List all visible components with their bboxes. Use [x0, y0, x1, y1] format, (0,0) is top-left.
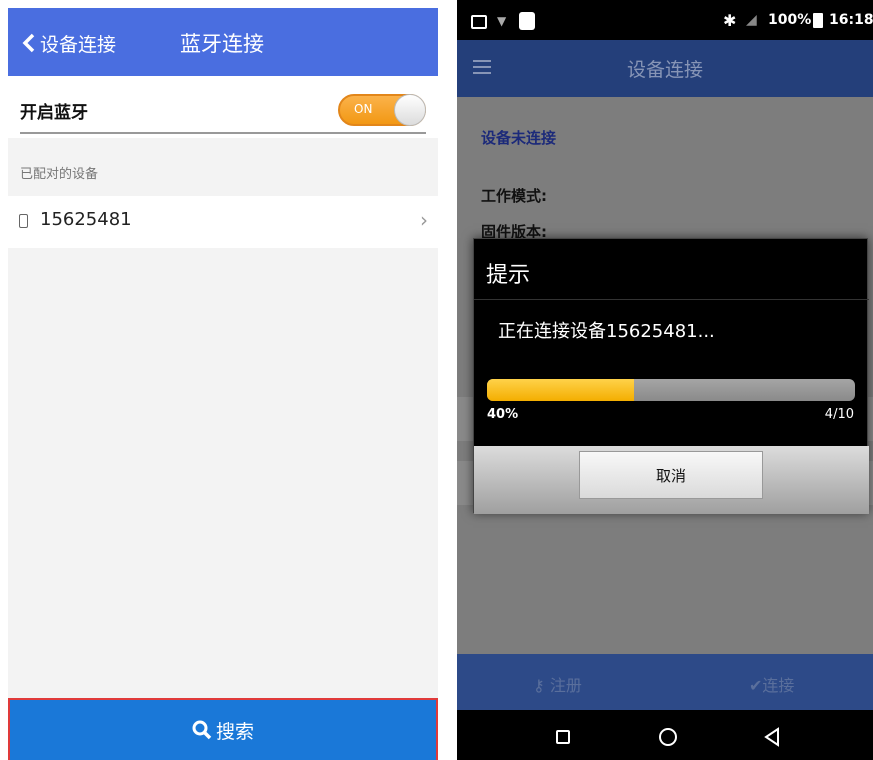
bluetooth-connect-screen: 设备连接 蓝牙连接 开启蓝牙 ON 已配对的设备 15625481 › 搜索 [8, 8, 438, 760]
back-button[interactable]: 设备连接 [22, 30, 116, 56]
app-bar: 设备连接 [457, 40, 873, 97]
chevron-right-icon: › [420, 208, 428, 232]
phone-icon [19, 214, 28, 228]
progress-bar [487, 379, 855, 401]
search-label: 搜索 [215, 720, 254, 743]
device-connect-screen: ▼ ✱ ◢ 100% 16:18 设备连接 设备未连接 工作模式: 固件版本: … [457, 0, 873, 760]
battery-percent: 100% [768, 12, 812, 28]
wifi-icon: ▼ [497, 14, 507, 28]
progress-dialog: 提示 正在连接设备15625481... 40% 4/10 取消 [473, 238, 869, 514]
toggle-state-label: ON [354, 102, 373, 116]
cancel-button[interactable]: 取消 [579, 451, 763, 499]
home-icon[interactable] [659, 728, 677, 746]
register-button[interactable]: ⚷ 注册 [533, 672, 582, 696]
back-nav-icon[interactable] [763, 727, 781, 747]
clock: 16:18 [829, 12, 873, 28]
device-name: 15625481 [40, 209, 132, 230]
page-title: 设备连接 [627, 59, 704, 81]
bluetooth-label: 开启蓝牙 [20, 103, 88, 123]
divider [474, 299, 869, 300]
header-bar: 设备连接 蓝牙连接 [8, 8, 438, 76]
search-button[interactable]: 搜索 [8, 698, 438, 760]
android-nav-bar [457, 710, 873, 760]
bluetooth-icon: ✱ [723, 11, 737, 30]
register-label: 注册 [549, 676, 582, 695]
divider [20, 132, 426, 134]
image-notification-icon [471, 15, 487, 29]
dialog-footer: 取消 [474, 446, 869, 514]
notification-icon [519, 12, 535, 30]
signal-icon: ◢ [746, 12, 757, 28]
check-icon: ✔ [749, 676, 763, 695]
dialog-title: 提示 [486, 263, 531, 288]
progress-fill [487, 379, 635, 401]
work-mode-label: 工作模式: [481, 187, 547, 205]
menu-icon[interactable] [473, 60, 491, 78]
back-label: 设备连接 [40, 33, 117, 56]
key-icon: ⚷ [533, 676, 550, 695]
connection-status: 设备未连接 [481, 129, 557, 147]
bottom-action-bar: ⚷ 注册 ✔连接 [457, 654, 873, 710]
paired-section-title: 已配对的设备 [20, 167, 99, 182]
status-bar: ▼ ✱ ◢ 100% 16:18 [457, 0, 873, 40]
progress-percent: 40% [487, 407, 519, 422]
connect-label: 连接 [762, 676, 795, 695]
progress-count: 4/10 [824, 407, 854, 422]
page-title: 蓝牙连接 [180, 32, 264, 56]
dialog-message: 正在连接设备15625481... [498, 321, 715, 342]
connect-button[interactable]: ✔连接 [749, 672, 794, 696]
chevron-left-icon [22, 33, 35, 53]
bluetooth-toggle-row: 开启蓝牙 ON [8, 76, 438, 138]
recent-apps-icon[interactable] [556, 730, 570, 744]
bluetooth-toggle[interactable]: ON [338, 94, 426, 126]
list-item[interactable]: 15625481 › [8, 196, 438, 248]
battery-icon [813, 13, 823, 28]
search-icon [192, 720, 212, 740]
toggle-knob [394, 94, 426, 126]
